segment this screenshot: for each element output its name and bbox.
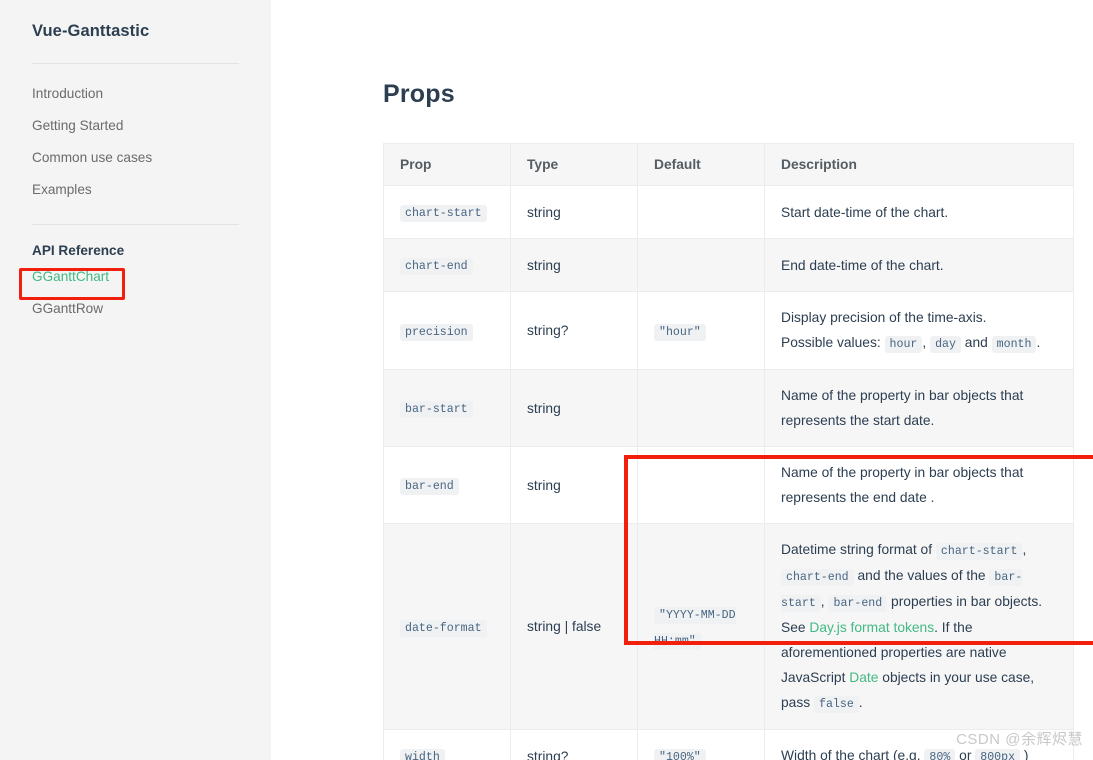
page-title: Props (383, 80, 455, 108)
sidebar-item-introduction[interactable]: Introduction (0, 78, 271, 110)
cell-default: "hour" (637, 291, 765, 371)
desc-lead: Datetime string format of (781, 542, 933, 558)
desc-and: and (964, 335, 988, 351)
cell-type: string (510, 369, 638, 448)
value-token-80pct: 80% (924, 749, 956, 760)
desc-line-1: Display precision of the time-axis. (781, 310, 987, 326)
cell-prop: date-format (383, 523, 511, 731)
table-row: chart-end string End date-time of the ch… (383, 238, 1074, 293)
cell-default (637, 238, 765, 293)
page-root: Vue-Ganttastic Introduction Getting Star… (0, 0, 1093, 760)
cell-type: string (510, 184, 638, 240)
cell-type: string? (510, 729, 638, 760)
sidebar-item-examples[interactable]: Examples (0, 174, 271, 206)
props-table-body: chart-start string Start date-time of th… (383, 184, 1074, 760)
prop-token: bar-end (400, 478, 459, 496)
table-header-row: Prop Type Default Description (383, 143, 1074, 186)
table-row: precision string? "hour" Display precisi… (383, 291, 1074, 371)
value-token-false: false (814, 696, 859, 714)
sidebar-item-gganttchart-label: GGanttChart (32, 269, 110, 284)
desc-comma-1: , (922, 335, 927, 351)
column-header-prop: Prop (383, 143, 511, 186)
cell-default: "100%" (637, 729, 765, 760)
desc-line-2-lead: Possible values: (781, 335, 881, 351)
cell-description: Name of the property in bar objects that… (764, 369, 1074, 448)
desc-mid-1: and the values of the (857, 568, 986, 584)
doc-body: Props Prop Type Default Description char… (383, 80, 1074, 760)
cell-description: Datetime string format of chart-start, c… (764, 523, 1074, 731)
prop-token: bar-start (400, 401, 473, 419)
desc-comma-b: , (820, 594, 825, 610)
desc-or: or (959, 748, 972, 760)
cell-prop: width (383, 729, 511, 760)
desc-close-paren: ) (1023, 748, 1029, 760)
sidebar-item-gganttchart[interactable]: GGanttChart (0, 261, 271, 293)
cell-default (637, 446, 765, 525)
date-keyword: Date (849, 670, 879, 686)
cell-type: string | false (510, 523, 638, 731)
prop-token: date-format (400, 619, 487, 637)
brand-title: Vue-Ganttastic (32, 22, 150, 40)
props-table: Prop Type Default Description chart-star… (383, 143, 1074, 760)
cell-prop: bar-end (383, 446, 511, 525)
desc-comma-a: , (1022, 542, 1027, 558)
prop-token: precision (400, 323, 473, 341)
default-token: "100%" (654, 749, 706, 760)
cell-prop: chart-end (383, 238, 511, 293)
desc-period-1: . (1036, 335, 1041, 351)
default-token: "hour" (654, 323, 706, 341)
cell-type: string (510, 446, 638, 525)
value-token-hour: hour (884, 336, 923, 354)
default-token: "YYYY-MM-DD HH:mm" (654, 606, 736, 650)
sidebar-item-gganttrow[interactable]: GGanttRow (0, 293, 271, 325)
cell-description: Name of the property in bar objects that… (764, 446, 1074, 525)
sidebar-section-api-reference: API Reference (32, 243, 125, 258)
column-header-default: Default (637, 143, 765, 186)
table-row: bar-start string Name of the property in… (383, 369, 1074, 448)
sidebar-divider-api (32, 224, 239, 225)
cell-prop: precision (383, 291, 511, 371)
sidebar: Vue-Ganttastic Introduction Getting Star… (0, 0, 271, 760)
cell-type: string? (510, 291, 638, 371)
dayjs-format-tokens-link[interactable]: Day.js format tokens (809, 620, 934, 635)
value-token-month: month (991, 336, 1037, 354)
cell-description: Start date-time of the chart. (764, 184, 1074, 240)
sidebar-item-gganttrow-label: GGanttRow (32, 301, 104, 316)
sidebar-divider-top (32, 63, 239, 64)
sidebar-item-getting-started[interactable]: Getting Started (0, 110, 271, 142)
desc-period-2: . (858, 695, 863, 711)
column-header-type: Type (510, 143, 638, 186)
main-content: Props Prop Type Default Description char… (271, 0, 1093, 760)
cell-prop: chart-start (383, 184, 511, 240)
cell-description: End date-time of the chart. (764, 238, 1074, 293)
value-token-day: day (930, 336, 961, 354)
prop-token: chart-start (400, 205, 487, 222)
watermark: CSDN @余辉烬慧 (956, 731, 1083, 748)
column-header-description: Description (764, 143, 1074, 186)
cell-default (637, 184, 765, 240)
sidebar-item-common-use-cases[interactable]: Common use cases (0, 142, 271, 174)
value-token-800px: 800px (975, 749, 1021, 760)
cell-default: "YYYY-MM-DD HH:mm" (637, 523, 765, 731)
table-row-date-format: date-format string | false "YYYY-MM-DD H… (383, 523, 1074, 731)
prop-token: width (400, 749, 445, 760)
cell-type: string (510, 238, 638, 293)
value-token-chart-end: chart-end (781, 569, 854, 587)
sidebar-nav: Introduction Getting Started Common use … (0, 78, 271, 206)
table-row: bar-end string Name of the property in b… (383, 446, 1074, 525)
value-token-chart-start: chart-start (935, 543, 1023, 561)
props-table-head: Prop Type Default Description (383, 143, 1074, 186)
table-row: chart-start string Start date-time of th… (383, 184, 1074, 240)
desc-lead: Width of the chart (e.g. (781, 748, 921, 760)
prop-token: chart-end (400, 258, 473, 276)
cell-default (637, 369, 765, 448)
cell-description: Display precision of the time-axis. Poss… (764, 291, 1074, 371)
cell-prop: bar-start (383, 369, 511, 448)
value-token-bar-end: bar-end (828, 595, 888, 613)
